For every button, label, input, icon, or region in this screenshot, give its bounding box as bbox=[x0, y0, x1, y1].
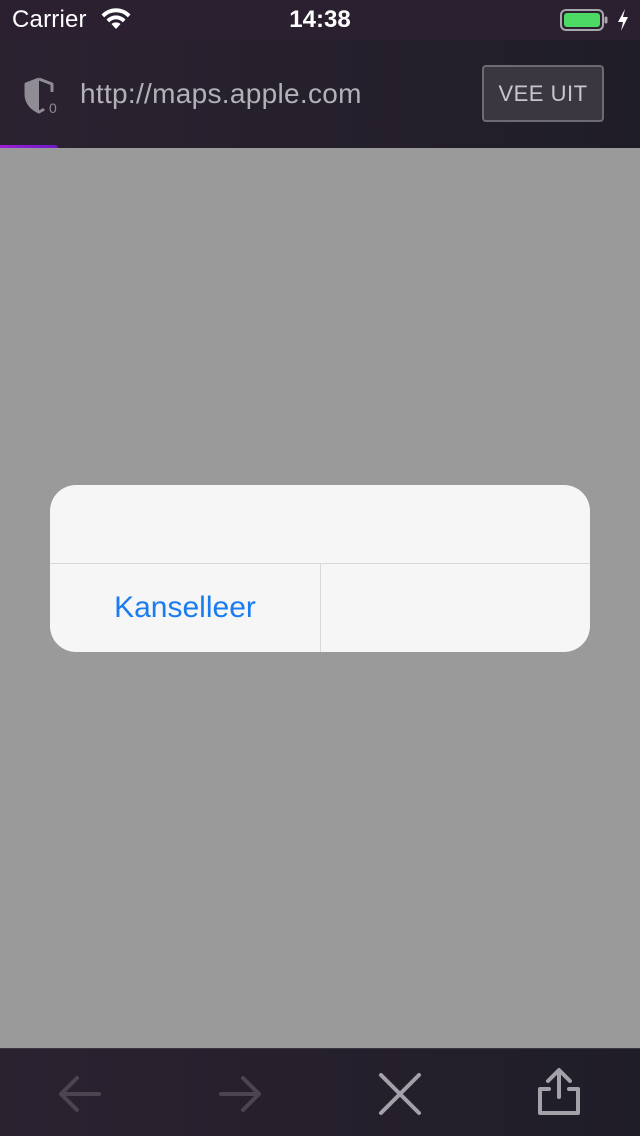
charging-bolt-icon bbox=[618, 9, 628, 31]
bottom-toolbar bbox=[0, 1048, 640, 1136]
tracker-count: 0 bbox=[49, 100, 57, 116]
cancel-button[interactable]: Kanselleer bbox=[50, 564, 320, 652]
alert-dialog: Kanselleer bbox=[50, 485, 590, 652]
tracking-protection-shield-icon[interactable]: 0 bbox=[22, 76, 60, 116]
battery-icon bbox=[560, 9, 608, 31]
close-icon[interactable] bbox=[375, 1069, 425, 1119]
forward-arrow-icon[interactable] bbox=[215, 1069, 265, 1119]
share-icon[interactable] bbox=[534, 1067, 584, 1117]
url-bar: 0 http://maps.apple.com VEE UIT bbox=[0, 40, 640, 148]
status-bar: Carrier 14:38 bbox=[0, 0, 640, 40]
erase-button[interactable]: VEE UIT bbox=[482, 65, 604, 122]
clock-time: 14:38 bbox=[289, 6, 351, 33]
confirm-button[interactable] bbox=[321, 564, 590, 652]
back-arrow-icon[interactable] bbox=[55, 1069, 105, 1119]
url-text[interactable]: http://maps.apple.com bbox=[80, 78, 362, 110]
alert-message-area bbox=[50, 485, 590, 563]
